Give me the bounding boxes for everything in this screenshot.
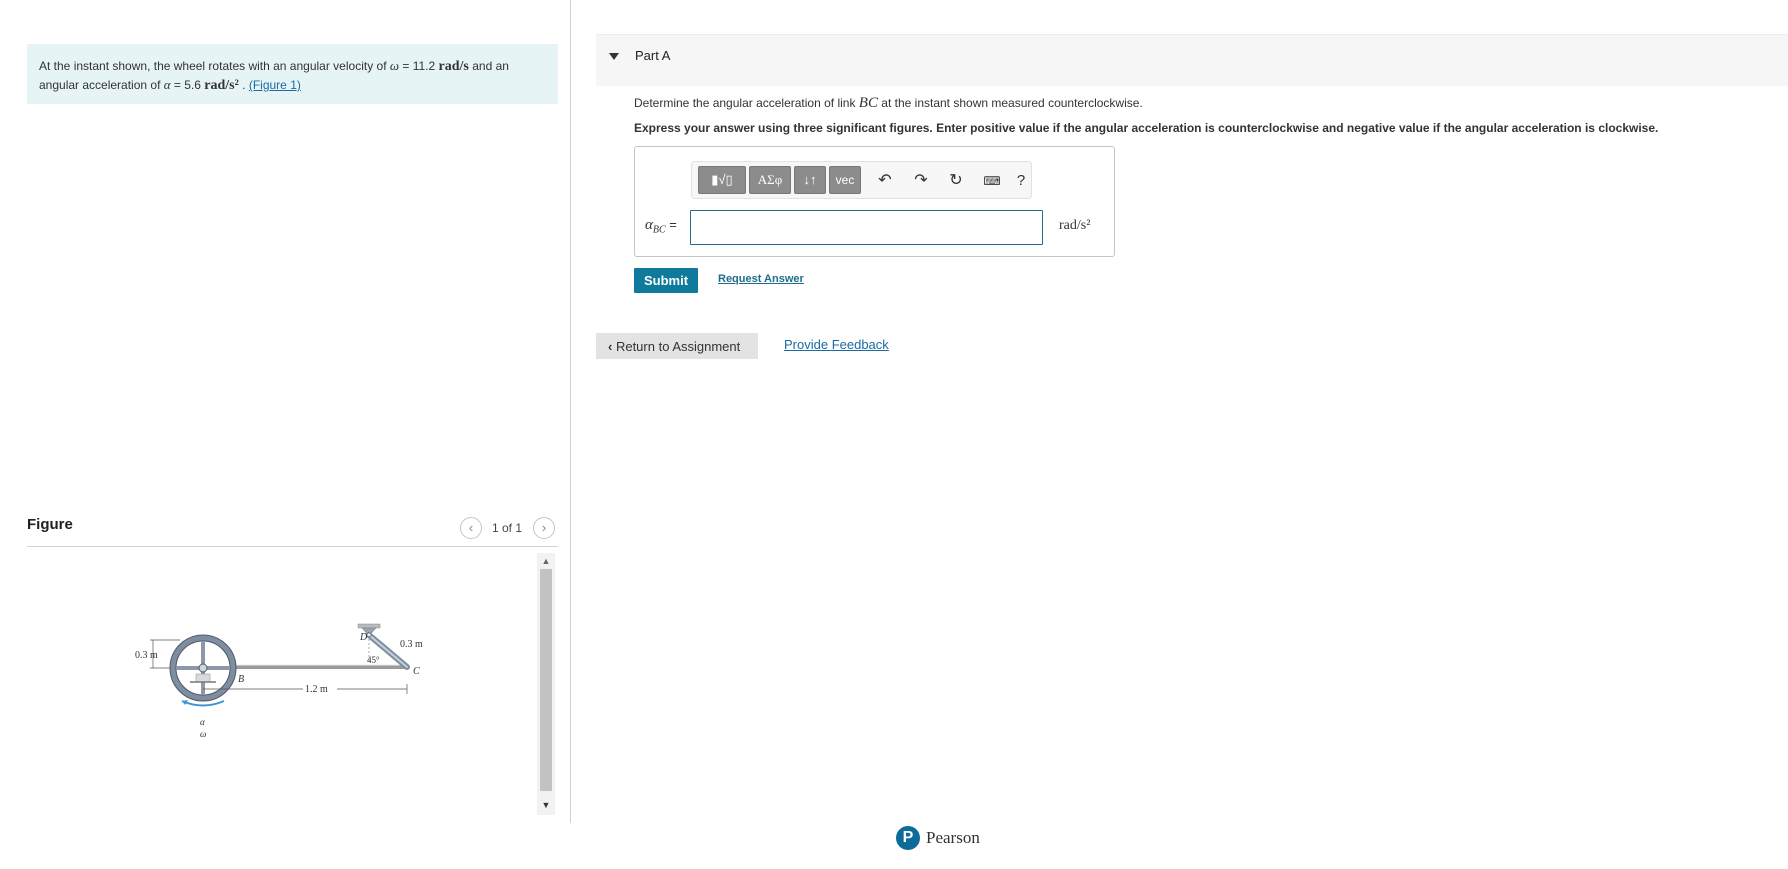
submit-button[interactable]: Submit [634, 268, 698, 293]
pearson-logo-icon: P [896, 826, 920, 850]
figure-scrollbar[interactable]: ▲ ▼ [537, 553, 555, 815]
arm-length-label: 0.3 m [400, 639, 423, 650]
link-length-dimension: 1.2 m [203, 684, 408, 695]
omega-unit: rad/s [438, 59, 469, 74]
problem-text: At the instant shown, the wheel rotates … [39, 59, 387, 73]
answer-instructions: Express your answer using three signific… [634, 121, 1659, 135]
subscript-superscript-button[interactable]: ↓↑ [794, 166, 826, 194]
link-length-label: 1.2 m [305, 684, 328, 695]
scroll-down-arrow-icon[interactable]: ▼ [537, 799, 555, 811]
vector-button[interactable]: vec [829, 166, 861, 194]
question-prefix: Determine the angular acceleration of li… [634, 96, 859, 110]
part-a-header[interactable]: Part A [596, 34, 1788, 86]
part-label: Part A [635, 48, 671, 63]
point-d-label: D [359, 632, 368, 643]
greek-symbols-button[interactable]: ΑΣφ [749, 166, 791, 194]
next-figure-button[interactable]: › [533, 517, 555, 539]
figure-divider [27, 546, 558, 547]
scrollbar-thumb[interactable] [540, 569, 552, 791]
collapse-caret-icon[interactable] [609, 53, 619, 60]
answer-box: ▮√▯ ΑΣφ ↓↑ vec ↶ ↷ ↻ ⌨ ? αBC = rad/s² [634, 146, 1115, 257]
panel-divider [570, 0, 571, 823]
chevron-left-icon: ‹ [468, 520, 474, 535]
question-suffix: at the instant shown measured counterclo… [877, 96, 1143, 110]
omega-value: = 11.2 [399, 59, 439, 73]
provide-feedback-link[interactable]: Provide Feedback [784, 337, 889, 352]
question-variable: BC [858, 95, 878, 111]
point-b-label: B [238, 674, 244, 685]
wheel-radius-label: 0.3 m [135, 650, 158, 661]
help-icon: ? [1016, 172, 1026, 189]
mechanism-figure: 0.3 m B 1.2 m D 0.3 m 45° C α ω [135, 623, 423, 739]
wheel [169, 634, 237, 707]
previous-figure-button[interactable]: ‹ [460, 517, 482, 539]
math-toolbar: ▮√▯ ΑΣφ ↓↑ vec ↶ ↷ ↻ ⌨ ? [691, 161, 1032, 199]
request-answer-link[interactable]: Request Answer [718, 273, 804, 285]
redo-icon[interactable]: ↷ [910, 170, 932, 192]
figure-title: Figure [27, 516, 73, 533]
alpha-unit: rad/s² [204, 78, 239, 93]
answer-variable: α [645, 217, 653, 233]
question-text: Determine the angular acceleration of li… [634, 95, 1143, 112]
return-label: Return to Assignment [615, 338, 741, 354]
answer-variable-label: αBC = [645, 217, 677, 236]
omega-symbol: ω [389, 58, 400, 73]
return-to-assignment-button[interactable]: ‹ Return to Assignment [596, 333, 758, 359]
answer-variable-subscript: BC [652, 224, 666, 236]
omega-label: ω [200, 729, 206, 739]
figure-pager: 1 of 1 [492, 521, 523, 535]
scroll-up-arrow-icon[interactable]: ▲ [537, 555, 555, 567]
reset-icon[interactable]: ↻ [945, 170, 967, 192]
answer-unit: rad/s² [1059, 218, 1091, 233]
point-c-label: C [413, 666, 420, 677]
templates-icon: ▮√▯ [711, 172, 733, 187]
help-button[interactable]: ? [1010, 170, 1032, 192]
templates-button[interactable]: ▮√▯ [698, 166, 746, 194]
arrows-icon: ↓↑ [803, 172, 817, 187]
greek-icon: ΑΣφ [757, 172, 783, 187]
alpha-label: α [200, 717, 205, 727]
figure-link[interactable]: (Figure 1) [249, 78, 301, 92]
answer-input[interactable] [690, 210, 1043, 245]
answer-equals: = [665, 217, 677, 232]
chevron-right-icon: › [541, 520, 547, 535]
alpha-value: = 5.6 [170, 78, 205, 92]
problem-statement: At the instant shown, the wheel rotates … [27, 44, 558, 104]
vec-icon: vec [835, 173, 855, 187]
alpha-symbol: α [163, 77, 171, 92]
pearson-brand: Pearson [926, 828, 980, 847]
keyboard-icon[interactable]: ⌨ [981, 170, 1003, 192]
undo-icon[interactable]: ↶ [874, 170, 896, 192]
angle-label: 45° [367, 655, 380, 665]
chevron-left-icon: ‹ [608, 338, 616, 354]
